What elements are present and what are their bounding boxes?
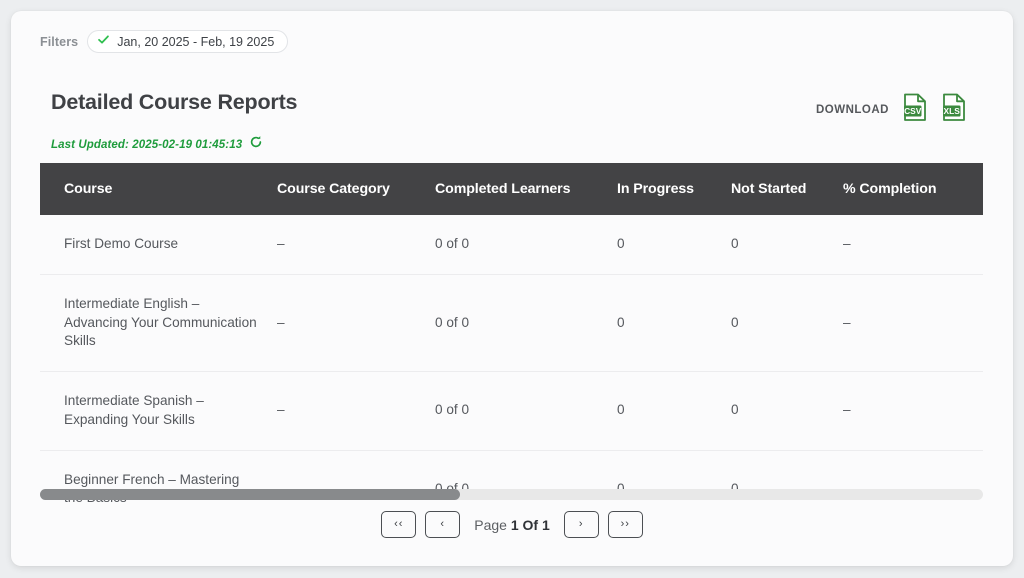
table-row[interactable]: Intermediate English – Advancing Your Co…	[40, 274, 983, 372]
page-of-text: Of	[518, 516, 542, 533]
first-page-button[interactable]: ‹‹	[381, 511, 417, 538]
date-range-filter-chip[interactable]: Jan, 20 2025 - Feb, 19 2025	[87, 30, 289, 53]
cell-completion: –	[843, 402, 851, 418]
next-page-button[interactable]: ›	[563, 511, 599, 538]
report-card: Filters Jan, 20 2025 - Feb, 19 2025 Deta…	[11, 11, 1013, 566]
column-header-completed-learners[interactable]: Completed Learners	[435, 163, 617, 215]
cell-category: –	[277, 402, 285, 418]
column-header-course-category[interactable]: Course Category	[277, 163, 435, 215]
svg-text:XLS: XLS	[944, 106, 961, 116]
date-range-text: Jan, 20 2025 - Feb, 19 2025	[117, 34, 275, 49]
cell-course: First Demo Course	[64, 236, 179, 251]
table-header-row: Course Course Category Completed Learner…	[40, 163, 983, 215]
cell-completed: 0 of 0	[435, 314, 470, 330]
cell-course: Intermediate Spanish – Expanding Your Sk…	[64, 393, 204, 427]
last-page-button[interactable]: ››	[607, 511, 643, 538]
column-header-not-started[interactable]: Not Started	[731, 163, 843, 215]
course-reports-table: Course Course Category Completed Learner…	[40, 163, 983, 528]
cell-not-started: 0	[731, 402, 739, 418]
cell-course: Intermediate English – Advancing Your Co…	[64, 295, 257, 349]
column-header-course[interactable]: Course	[40, 163, 277, 215]
table-row[interactable]: Intermediate Spanish – Expanding Your Sk…	[40, 371, 983, 450]
cell-completed: 0 of 0	[435, 236, 470, 251]
column-header-in-progress[interactable]: In Progress	[617, 163, 731, 215]
cell-completion: –	[843, 236, 851, 251]
page-prefix: Page	[474, 516, 511, 533]
cell-not-started: 0	[731, 236, 739, 251]
page-indicator: Page 1 Of 1	[469, 517, 555, 533]
refresh-icon[interactable]	[249, 135, 263, 154]
cell-completed: 0 of 0	[435, 402, 470, 418]
cell-category: –	[277, 236, 285, 251]
check-icon	[97, 33, 110, 51]
cell-category: –	[277, 314, 285, 330]
cell-in-progress: 0	[617, 314, 625, 330]
last-updated-group: Last Updated: 2025-02-19 01:45:13	[51, 135, 263, 154]
filters-row: Filters Jan, 20 2025 - Feb, 19 2025	[40, 30, 289, 53]
table-body: First Demo Course – 0 of 0 0 0 – Interme…	[40, 215, 983, 528]
cell-in-progress: 0	[617, 402, 625, 418]
cell-completion: –	[843, 314, 851, 330]
download-group: DOWNLOAD CSV XLS	[816, 93, 967, 127]
previous-page-button[interactable]: ‹	[425, 511, 461, 538]
last-updated-text: Last Updated: 2025-02-19 01:45:13	[51, 138, 243, 151]
column-header-percent-completion[interactable]: % Completion	[843, 163, 983, 215]
svg-text:CSV: CSV	[904, 106, 922, 116]
current-page: 1	[510, 516, 519, 533]
horizontal-scrollbar-thumb[interactable]	[40, 489, 460, 500]
table-header: Course Course Category Completed Learner…	[40, 163, 983, 215]
download-label: DOWNLOAD	[816, 104, 889, 116]
download-xls-icon[interactable]: XLS	[942, 93, 967, 127]
cell-not-started: 0	[731, 314, 739, 330]
cell-in-progress: 0	[617, 236, 625, 251]
horizontal-scrollbar-track[interactable]	[40, 489, 983, 500]
table-row[interactable]: First Demo Course – 0 of 0 0 0 –	[40, 215, 983, 275]
pagination: ‹‹ ‹ Page 1 Of 1 › ››	[11, 511, 1013, 538]
download-csv-icon[interactable]: CSV	[903, 93, 928, 127]
page-title: Detailed Course Reports	[51, 90, 298, 114]
filters-label: Filters	[40, 34, 79, 49]
total-pages: 1	[541, 516, 550, 533]
